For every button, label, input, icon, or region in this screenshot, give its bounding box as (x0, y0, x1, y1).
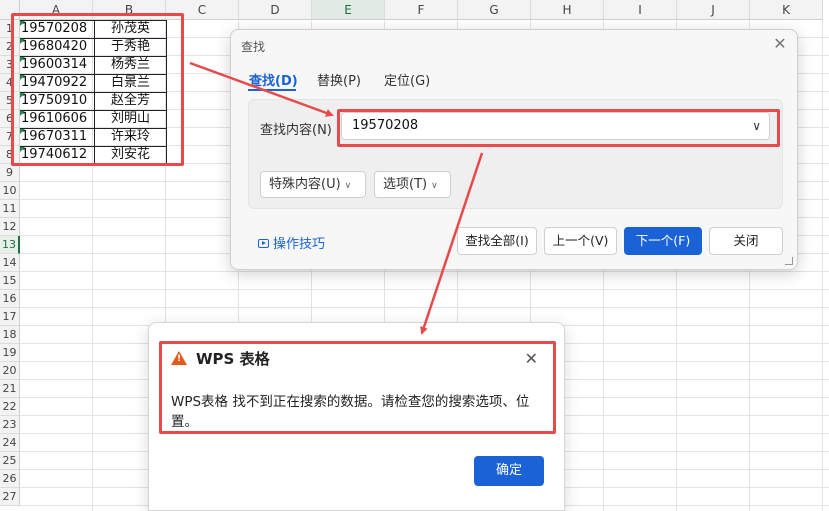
row-header[interactable]: 16 (0, 290, 20, 308)
row-header[interactable]: 15 (0, 272, 20, 290)
row-header[interactable]: 22 (0, 398, 20, 416)
table-row-line (20, 38, 167, 39)
row-header[interactable]: 17 (0, 308, 20, 326)
prev-button[interactable]: 上一个(V) (544, 227, 617, 255)
row-header[interactable]: 20 (0, 362, 20, 380)
play-icon (258, 239, 269, 248)
row-header[interactable]: 4 (0, 74, 20, 92)
resize-grip-icon[interactable] (785, 257, 793, 265)
chevron-down-icon[interactable]: ∨ (752, 113, 761, 139)
find-label: 查找内容(N) (260, 123, 332, 138)
table-row-line (20, 128, 167, 129)
row-header[interactable]: 18 (0, 326, 20, 344)
active-tab-indicator (248, 89, 296, 91)
row-header[interactable]: 9 (0, 164, 20, 182)
row-header[interactable]: 21 (0, 380, 20, 398)
row-header[interactable]: 6 (0, 110, 20, 128)
column-header[interactable]: B (93, 0, 166, 20)
table-row-line (20, 110, 167, 111)
row-header[interactable]: 19 (0, 344, 20, 362)
column-header[interactable]: K (750, 0, 823, 20)
row-header[interactable]: 10 (0, 182, 20, 200)
special-content-label: 特殊内容(U) (269, 177, 341, 192)
tab-goto[interactable]: 定位(G) (384, 70, 430, 89)
row-header[interactable]: 24 (0, 434, 20, 452)
row-header[interactable]: 23 (0, 416, 20, 434)
tips-link[interactable]: 操作技巧 (258, 233, 325, 252)
alert-title: WPS 表格 (196, 350, 270, 368)
find-panel: 查找内容(N) 19570208 ∨ 特殊内容(U) ∨ 选项(T) ∨ (248, 99, 783, 209)
warning-icon: ! (171, 351, 187, 365)
find-dialog-title: 查找 (241, 40, 266, 54)
table-row-line (20, 56, 167, 57)
column-header[interactable]: H (531, 0, 604, 20)
tips-label: 操作技巧 (273, 237, 326, 252)
chevron-down-icon: ∨ (431, 181, 438, 191)
row-header[interactable]: 26 (0, 470, 20, 488)
row-header[interactable]: 11 (0, 200, 20, 218)
row-header[interactable]: 2 (0, 38, 20, 56)
alert-message: WPS表格 找不到正在搜索的数据。请检查您的搜索选项、位置。 (171, 394, 530, 430)
close-button[interactable]: 关闭 (709, 227, 783, 255)
row-header[interactable]: 27 (0, 488, 20, 506)
close-icon[interactable]: ✕ (772, 36, 788, 52)
options-label: 选项(T) (383, 177, 428, 192)
tab-find[interactable]: 查找(D) (249, 70, 298, 89)
column-header[interactable]: I (604, 0, 677, 20)
app-window: ABCDEFGHIJK 1 2 3 4 5 6 7 8 9 10 11 12 13 14 15 16 17 18 1… (0, 0, 829, 511)
column-header[interactable]: D (239, 0, 312, 20)
find-dialog: 查找 ✕ 查找(D) 替换(P) 定位(G) 查找内容(N) 19570208 … (230, 29, 798, 270)
row-header[interactable]: 8 (0, 146, 20, 164)
find-input[interactable]: 19570208 ∨ (341, 112, 770, 140)
row-header[interactable]: 13 (0, 236, 20, 254)
options-button[interactable]: 选项(T) ∨ (374, 171, 451, 198)
row-header[interactable]: 1 (0, 20, 20, 38)
table-row-line (20, 146, 167, 147)
find-input-value: 19570208 (352, 118, 419, 133)
column-header[interactable]: G (458, 0, 531, 20)
column-header[interactable]: F (385, 0, 458, 20)
chevron-down-icon: ∨ (344, 181, 352, 191)
table-row-line (20, 74, 167, 75)
row-header[interactable]: 14 (0, 254, 20, 272)
row-header[interactable]: 7 (0, 128, 20, 146)
column-header[interactable]: J (677, 0, 750, 20)
column-header[interactable]: E (312, 0, 385, 20)
find-all-button[interactable]: 查找全部(I) (457, 227, 537, 255)
row-header[interactable]: 25 (0, 452, 20, 470)
next-button[interactable]: 下一个(F) (624, 227, 702, 255)
row-header[interactable]: 3 (0, 56, 20, 74)
select-all-corner[interactable] (0, 0, 20, 20)
column-header[interactable]: A (20, 0, 93, 20)
tab-replace[interactable]: 替换(P) (317, 70, 361, 89)
row-header[interactable]: 12 (0, 218, 20, 236)
close-icon[interactable]: ✕ (525, 349, 538, 368)
ok-button[interactable]: 确定 (474, 456, 544, 486)
special-content-button[interactable]: 特殊内容(U) ∨ (260, 171, 366, 198)
alert-dialog: ! WPS 表格 ✕ WPS表格 找不到正在搜索的数据。请检查您的搜索选项、位置… (148, 322, 565, 511)
row-header[interactable]: 5 (0, 92, 20, 110)
table-row-line (20, 92, 167, 93)
column-header[interactable]: C (166, 0, 239, 20)
